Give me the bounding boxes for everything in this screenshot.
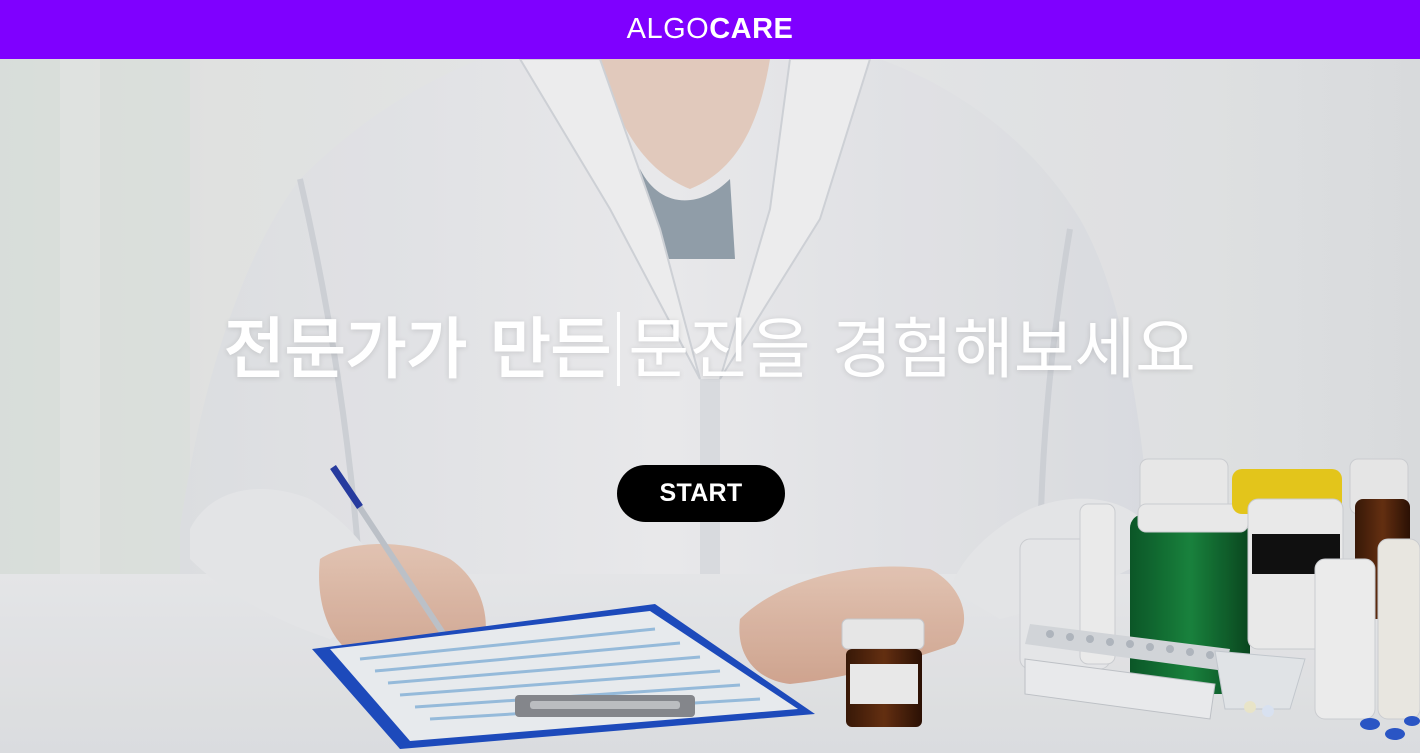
logo-bold-text: CARE [709, 13, 794, 45]
algocare-logo[interactable]: ALGOCARE [627, 15, 794, 44]
hero-section: 전문가가 만든 문진을 경험해보세요 START [0, 59, 1420, 753]
headline-bold-text: 전문가가 만든 [224, 311, 612, 389]
hero-headline: 전문가가 만든 문진을 경험해보세요 [0, 310, 1420, 390]
hero-overlay [0, 59, 1420, 753]
headline-light-text: 문진을 경험해보세요 [628, 311, 1196, 389]
logo-light-text: ALGO [626, 13, 710, 45]
typing-cursor [617, 312, 621, 387]
landing-page: ALGOCARE 전문가가 만든 문진을 경험해보세요 START [0, 0, 1420, 753]
start-button[interactable]: START [617, 465, 785, 522]
top-header: ALGOCARE [0, 0, 1420, 59]
